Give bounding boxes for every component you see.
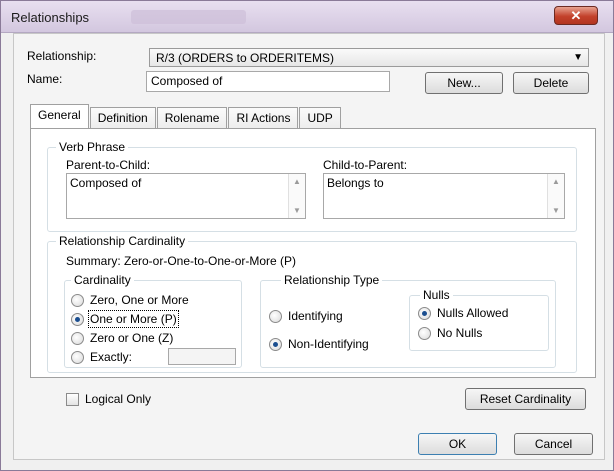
radio-zero-or-one-dot[interactable]	[71, 331, 84, 345]
radio-non-identifying-dot[interactable]	[269, 337, 282, 351]
nulls-title: Nulls	[420, 288, 453, 302]
scroll-up-icon[interactable]: ▲	[552, 177, 560, 186]
name-field[interactable]: Composed of	[146, 71, 390, 92]
radio-non-identifying[interactable]: Non-Identifying	[269, 337, 369, 351]
radio-non-identifying-label: Non-Identifying	[288, 337, 369, 351]
name-label: Name:	[27, 72, 63, 86]
radio-zero-one-or-more[interactable]: Zero, One or More	[71, 293, 189, 307]
radio-no-nulls-dot[interactable]	[418, 326, 431, 340]
nulls-subgroup: Nulls Nulls Allowed No Nulls	[409, 288, 549, 351]
verb-phrase-group: Verb Phrase Parent-to-Child: Composed of…	[47, 140, 577, 232]
parent-to-child-label: Parent-to-Child:	[66, 158, 151, 172]
cancel-button[interactable]: Cancel	[514, 433, 593, 455]
cardinality-title: Cardinality	[71, 273, 134, 287]
radio-nulls-allowed[interactable]: Nulls Allowed	[418, 306, 508, 320]
parent-to-child-field[interactable]: Composed of ▲ ▼	[66, 173, 306, 219]
radio-one-or-more-label: One or More (P)	[88, 310, 179, 328]
tab-general[interactable]: General	[30, 104, 89, 129]
verb-phrase-title: Verb Phrase	[56, 140, 129, 154]
scroll-down-icon[interactable]: ▼	[552, 206, 560, 215]
radio-zero-or-one[interactable]: Zero or One (Z)	[71, 331, 173, 345]
dialog-body: Relationship: R/3 (ORDERS to ORDERITEMS)…	[13, 33, 605, 460]
radio-nulls-allowed-dot[interactable]	[418, 306, 431, 320]
cardinality-summary: Summary: Zero-or-One-to-One-or-More (P)	[66, 254, 297, 268]
name-field-value: Composed of	[151, 74, 223, 88]
radio-exactly-dot[interactable]	[71, 350, 84, 364]
radio-exactly-label: Exactly:	[90, 350, 133, 364]
child-to-parent-value: Belongs to	[327, 176, 384, 190]
radio-nulls-allowed-label: Nulls Allowed	[437, 306, 509, 320]
reset-cardinality-button[interactable]: Reset Cardinality	[465, 388, 586, 410]
relationships-dialog: Relationships ✕ Relationship: R/3 (ORDER…	[0, 0, 614, 471]
blurred-title-region	[131, 10, 246, 24]
parent-to-child-scrollbar[interactable]: ▲ ▼	[288, 174, 305, 218]
radio-no-nulls[interactable]: No Nulls	[418, 326, 482, 340]
relationship-type-subgroup: Relationship Type Identifying Non-Identi…	[260, 273, 556, 368]
relationship-label: Relationship:	[27, 49, 97, 63]
logical-only-box[interactable]	[66, 392, 79, 406]
child-to-parent-label: Child-to-Parent:	[323, 158, 408, 172]
tab-udp[interactable]: UDP	[299, 107, 341, 129]
radio-no-nulls-label: No Nulls	[437, 326, 483, 340]
tab-rolename[interactable]: Rolename	[156, 107, 228, 129]
delete-button[interactable]: Delete	[513, 72, 589, 94]
new-button[interactable]: New...	[425, 72, 503, 94]
radio-zero-one-or-more-label: Zero, One or More	[90, 293, 189, 307]
radio-one-or-more-dot[interactable]	[71, 312, 84, 326]
radio-identifying[interactable]: Identifying	[269, 309, 343, 323]
radio-zero-or-one-label: Zero or One (Z)	[90, 331, 174, 345]
exactly-field[interactable]	[168, 348, 236, 365]
logical-only-label: Logical Only	[85, 392, 152, 406]
cardinality-subgroup: Cardinality Zero, One or More One or Mor…	[64, 273, 242, 368]
radio-zero-one-or-more-dot[interactable]	[71, 293, 84, 307]
tab-definition[interactable]: Definition	[89, 107, 156, 129]
general-tab-panel: Verb Phrase Parent-to-Child: Composed of…	[30, 128, 596, 378]
relationship-select-value: R/3 (ORDERS to ORDERITEMS)	[156, 51, 335, 65]
relationship-select[interactable]: R/3 (ORDERS to ORDERITEMS) ▼	[149, 48, 589, 67]
tab-strip: General Definition Rolename RI Actions U…	[30, 104, 342, 129]
logical-only-checkbox[interactable]: Logical Only	[66, 392, 151, 406]
scroll-down-icon[interactable]: ▼	[293, 206, 301, 215]
relationship-cardinality-group: Relationship Cardinality Summary: Zero-o…	[47, 234, 577, 373]
child-to-parent-field[interactable]: Belongs to ▲ ▼	[323, 173, 565, 219]
radio-identifying-dot[interactable]	[269, 309, 282, 323]
radio-identifying-label: Identifying	[288, 309, 343, 323]
relationship-cardinality-title: Relationship Cardinality	[56, 234, 189, 248]
close-button[interactable]: ✕	[554, 6, 598, 25]
tab-ri-actions[interactable]: RI Actions	[228, 107, 299, 129]
chevron-down-icon[interactable]: ▼	[573, 52, 583, 63]
parent-to-child-value: Composed of	[70, 176, 142, 190]
scroll-up-icon[interactable]: ▲	[293, 177, 301, 186]
radio-exactly[interactable]: Exactly:	[71, 350, 132, 364]
child-to-parent-scrollbar[interactable]: ▲ ▼	[547, 174, 564, 218]
ok-button[interactable]: OK	[418, 433, 497, 455]
relationship-type-title: Relationship Type	[281, 273, 383, 287]
title-bar[interactable]: Relationships ✕	[1, 1, 613, 33]
window-title: Relationships	[11, 10, 90, 25]
radio-one-or-more[interactable]: One or More (P)	[71, 310, 179, 328]
